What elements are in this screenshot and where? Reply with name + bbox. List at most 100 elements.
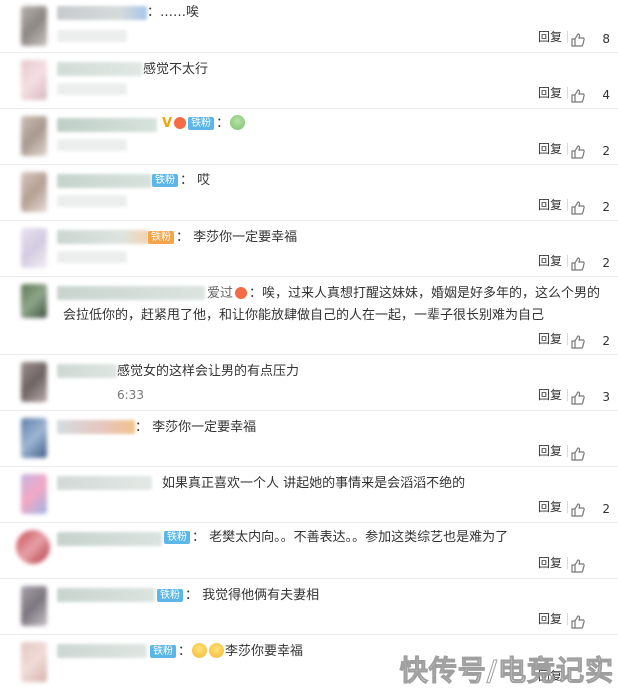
emoji-icon xyxy=(230,115,246,130)
comment-item: 铁粉： 我觉得他俩有夫妻相 回复 xyxy=(0,579,618,635)
comment-item: 铁粉： 老樊太内向。。不善表达。。参加这类综艺也是难为了 回复 xyxy=(0,523,618,579)
reply-button[interactable]: 回复 xyxy=(538,442,562,459)
comment-text: ： 李莎你一定要幸福 xyxy=(135,420,257,435)
divider xyxy=(567,31,568,43)
thumbs-up-icon xyxy=(571,391,585,405)
comment-item: 感觉不太行 回复 4 xyxy=(0,53,618,109)
reply-button[interactable]: 回复 xyxy=(538,140,562,157)
like-count: 2 xyxy=(602,334,610,348)
divider xyxy=(567,255,568,267)
comment-item: 爱过 ：唉，过来人真想打醒这妹妹，婚姻是好多年的，这么个男的 会拉低你的，赶紧甩了… xyxy=(0,277,618,355)
comment-text: 感觉不太行 xyxy=(143,62,209,77)
username[interactable] xyxy=(57,532,162,546)
username[interactable] xyxy=(57,420,135,434)
reply-button[interactable]: 回复 xyxy=(538,252,562,269)
comment-text: 铁粉： 我觉得他俩有夫妻相 xyxy=(157,585,319,607)
thumbs-up-icon xyxy=(571,335,585,349)
username-secondary xyxy=(57,83,127,95)
fan-badge: 铁粉 xyxy=(157,589,183,602)
username[interactable] xyxy=(57,364,117,378)
thumbs-up-icon xyxy=(571,503,585,517)
reply-button[interactable]: 回复 xyxy=(538,84,562,101)
emoji-icon xyxy=(192,643,208,658)
comment-text-body: ： 李莎你一定要幸福 xyxy=(176,230,298,245)
username-secondary xyxy=(57,30,127,42)
comment-text: ：……唉 xyxy=(147,5,200,20)
like-button[interactable]: 2 xyxy=(570,502,610,517)
like-button[interactable]: 2 xyxy=(570,144,610,159)
reply-button[interactable]: 回复 xyxy=(538,498,562,515)
reply-button[interactable]: 回复 xyxy=(538,196,562,213)
username[interactable] xyxy=(57,476,152,490)
reply-button[interactable]: 回复 xyxy=(538,610,562,627)
avatar[interactable] xyxy=(16,530,50,564)
avatar[interactable] xyxy=(21,586,47,626)
username[interactable] xyxy=(57,174,152,188)
avatar[interactable] xyxy=(21,362,47,402)
avatar[interactable] xyxy=(21,474,47,514)
comment-text-body: ： xyxy=(178,644,192,659)
avatar[interactable] xyxy=(21,228,47,268)
fan-badge: 铁粉 xyxy=(164,531,190,544)
like-button[interactable]: 2 xyxy=(570,200,610,215)
verified-v-icon: V xyxy=(162,116,173,131)
like-button[interactable]: 8 xyxy=(570,32,610,47)
divider xyxy=(567,333,568,345)
comment-text-body: ： 哎 xyxy=(180,173,211,188)
divider xyxy=(567,389,568,401)
fan-badge: 铁粉 xyxy=(150,645,176,658)
avatar[interactable] xyxy=(21,6,47,46)
fan-crown-icon xyxy=(174,117,187,129)
like-count: 2 xyxy=(602,144,610,158)
timestamp: 6:33 xyxy=(117,388,144,402)
username[interactable] xyxy=(57,62,142,76)
comment-text: V 铁粉： xyxy=(160,113,246,135)
comment-text-prefix: 爱过 xyxy=(207,286,234,301)
reply-button[interactable]: 回复 xyxy=(538,554,562,571)
avatar[interactable] xyxy=(21,642,47,682)
comment-text-body: ： 我觉得他俩有夫妻相 xyxy=(185,588,320,603)
comment-item: 如果真正喜欢一个人 讲起她的事情来是会滔滔不绝的 回复 2 xyxy=(0,467,618,523)
comment-text-body-2: 李莎你要幸福 xyxy=(225,644,304,659)
like-button[interactable] xyxy=(570,558,610,573)
like-button[interactable]: 3 xyxy=(570,390,610,405)
reply-button[interactable]: 回复 xyxy=(538,330,562,347)
comment-text-body: ： xyxy=(216,116,230,131)
avatar[interactable] xyxy=(21,172,47,212)
fan-badge: 铁粉 xyxy=(152,174,178,187)
divider xyxy=(567,199,568,211)
username[interactable] xyxy=(57,118,157,132)
thumbs-up-icon xyxy=(571,89,585,103)
like-count: 2 xyxy=(602,200,610,214)
avatar[interactable] xyxy=(21,418,47,458)
like-button[interactable] xyxy=(570,446,610,461)
username[interactable] xyxy=(57,644,147,658)
divider xyxy=(567,501,568,513)
comment-text: 如果真正喜欢一个人 讲起她的事情来是会滔滔不绝的 xyxy=(162,476,466,491)
reply-button[interactable]: 回复 xyxy=(538,386,562,403)
username[interactable] xyxy=(57,6,147,20)
username[interactable] xyxy=(57,286,205,300)
reply-button[interactable]: 回复 xyxy=(538,28,562,45)
divider xyxy=(567,87,568,99)
like-button[interactable]: 2 xyxy=(570,256,610,271)
like-count: 8 xyxy=(602,32,610,46)
comment-item: 铁粉：李莎你要幸福 回复 快传号/电竞记实 xyxy=(0,635,618,691)
like-button[interactable]: 2 xyxy=(570,334,610,349)
thumbs-up-icon xyxy=(571,257,585,271)
like-count: 3 xyxy=(602,390,610,404)
fan-badge: 铁粉 xyxy=(148,231,174,244)
watermark: 快传号/电竞记实 xyxy=(399,654,614,688)
avatar[interactable] xyxy=(21,116,47,156)
avatar[interactable] xyxy=(21,60,47,100)
username-secondary xyxy=(57,195,127,207)
username[interactable] xyxy=(57,588,155,602)
thumbs-up-icon xyxy=(571,33,585,47)
username[interactable] xyxy=(57,230,149,244)
divider xyxy=(567,445,568,457)
like-button[interactable] xyxy=(570,614,610,629)
avatar[interactable] xyxy=(21,284,47,318)
like-button[interactable]: 4 xyxy=(570,88,610,103)
thumbs-up-icon xyxy=(571,447,585,461)
comment-item: ：……唉 回复 8 xyxy=(0,0,618,53)
